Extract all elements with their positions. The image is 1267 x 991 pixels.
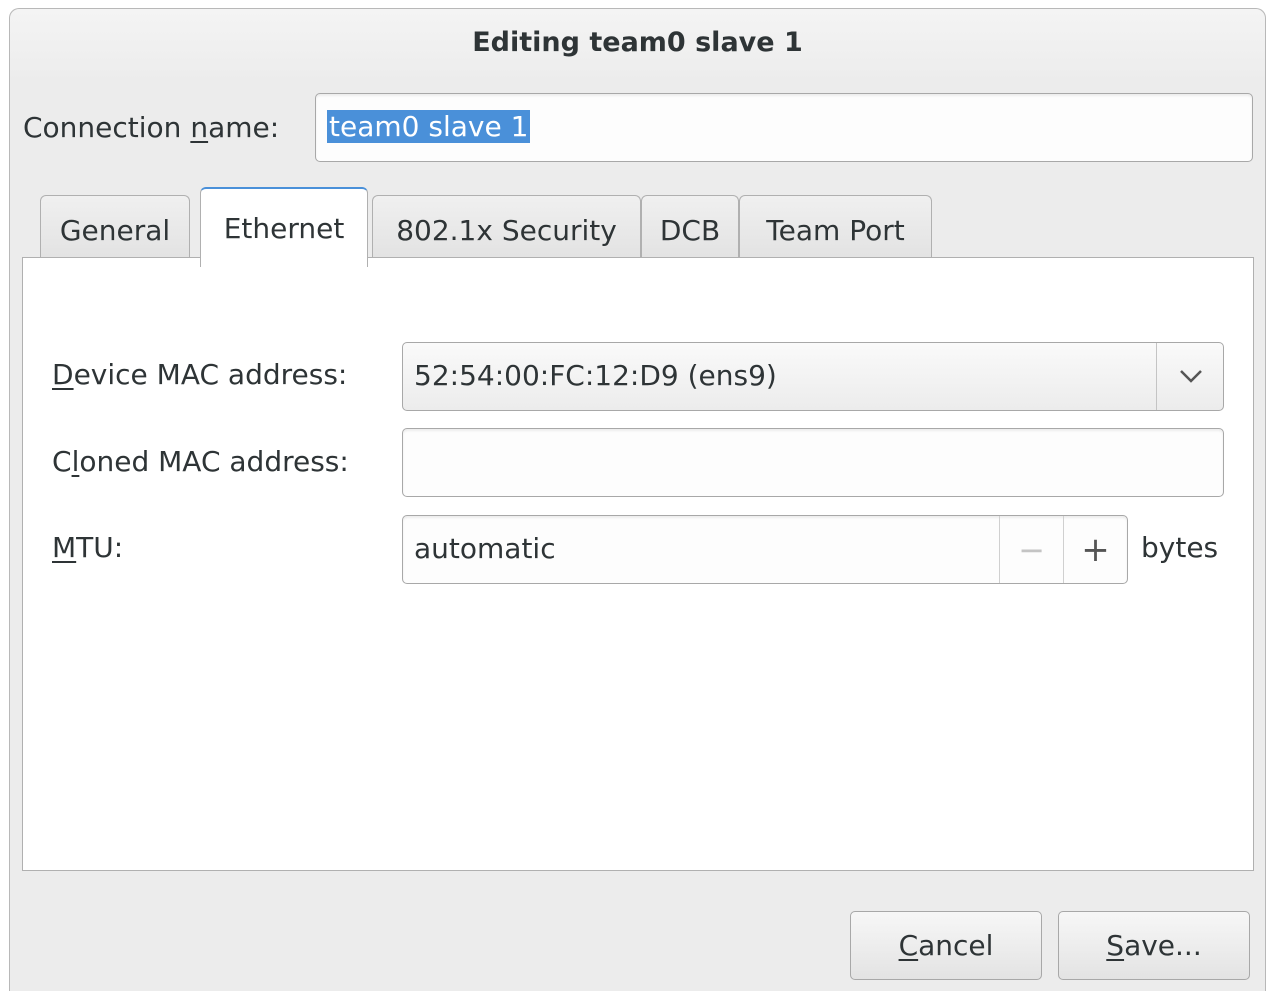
connection-name-value: team0 slave 1	[327, 110, 531, 143]
tab-ethernet[interactable]: Ethernet	[200, 187, 368, 267]
cancel-button[interactable]: Cancel	[850, 911, 1042, 980]
combo-divider	[1156, 343, 1157, 410]
mtu-increment-button[interactable]: +	[1063, 516, 1127, 583]
mtu-spinbutton[interactable]: automatic − +	[402, 515, 1128, 584]
cloned-mac-input[interactable]	[402, 428, 1224, 497]
plus-icon: +	[1081, 529, 1110, 570]
cloned-mac-label: Cloned MAC address:	[52, 445, 349, 478]
device-mac-combobox[interactable]: 52:54:00:FC:12:D9 (ens9)	[402, 342, 1224, 411]
tab-8021x-security[interactable]: 802.1x Security	[372, 195, 641, 265]
window-title: Editing team0 slave 1	[472, 27, 803, 58]
chevron-down-icon[interactable]	[1173, 361, 1209, 391]
tab-general-label: General	[59, 214, 171, 247]
save-button-label: Save...	[1106, 929, 1202, 962]
tab-8021x-security-label: 802.1x Security	[396, 214, 617, 247]
mtu-label: MTU:	[52, 531, 124, 564]
tab-dcb-label: DCB	[659, 214, 721, 247]
device-mac-label: Device MAC address:	[52, 358, 348, 391]
mtu-value: automatic	[414, 532, 556, 565]
ethernet-tab-panel: Device MAC address: 52:54:00:FC:12:D9 (e…	[22, 257, 1254, 871]
mtu-unit-label: bytes	[1141, 531, 1219, 564]
tab-team-port[interactable]: Team Port	[739, 195, 932, 265]
tab-dcb[interactable]: DCB	[641, 195, 739, 265]
tab-team-port-label: Team Port	[766, 214, 905, 247]
tab-general[interactable]: General	[40, 195, 190, 265]
connection-name-label: Connection name:	[23, 111, 280, 144]
mtu-decrement-button[interactable]: −	[999, 516, 1063, 583]
cancel-button-label: Cancel	[898, 929, 994, 962]
title-bar[interactable]: Editing team0 slave 1	[10, 9, 1265, 83]
dialog-window: Editing team0 slave 1 Connection name: t…	[9, 8, 1266, 991]
save-button[interactable]: Save...	[1058, 911, 1250, 980]
tab-ethernet-label: Ethernet	[223, 211, 345, 245]
device-mac-value: 52:54:00:FC:12:D9 (ens9)	[414, 359, 777, 392]
minus-icon: −	[1018, 530, 1045, 569]
connection-name-input[interactable]: team0 slave 1	[315, 93, 1253, 162]
